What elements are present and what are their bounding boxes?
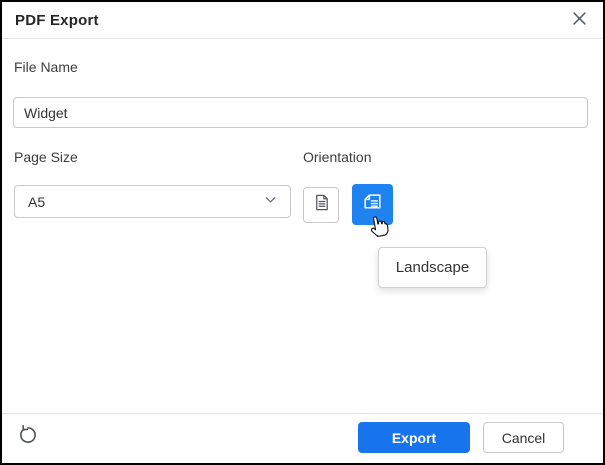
file-name-input[interactable]	[13, 97, 588, 128]
page-size-label: Page Size	[14, 149, 78, 165]
close-button[interactable]	[568, 9, 590, 31]
orientation-portrait-button[interactable]	[303, 187, 339, 223]
orientation-label: Orientation	[303, 149, 372, 165]
landscape-page-icon	[362, 192, 383, 218]
file-name-label: File Name	[14, 59, 78, 75]
dialog-title: PDF Export	[15, 11, 99, 29]
close-icon	[572, 12, 586, 28]
chevron-down-icon	[262, 191, 279, 213]
dialog-header: PDF Export	[2, 2, 603, 39]
orientation-landscape-button[interactable]	[352, 184, 393, 225]
footer-divider	[2, 413, 603, 414]
reset-refresh-icon	[17, 424, 39, 449]
reset-button[interactable]	[14, 422, 42, 450]
orientation-tooltip: Landscape	[378, 247, 487, 288]
export-button[interactable]: Export	[358, 422, 470, 453]
portrait-page-icon	[312, 193, 331, 217]
cancel-button[interactable]: Cancel	[483, 422, 564, 453]
pdf-export-dialog: PDF Export File Name Page Size A5 Orient…	[0, 0, 605, 465]
page-size-value: A5	[28, 193, 46, 210]
tooltip-text: Landscape	[395, 259, 470, 276]
page-size-select[interactable]: A5	[14, 185, 291, 218]
